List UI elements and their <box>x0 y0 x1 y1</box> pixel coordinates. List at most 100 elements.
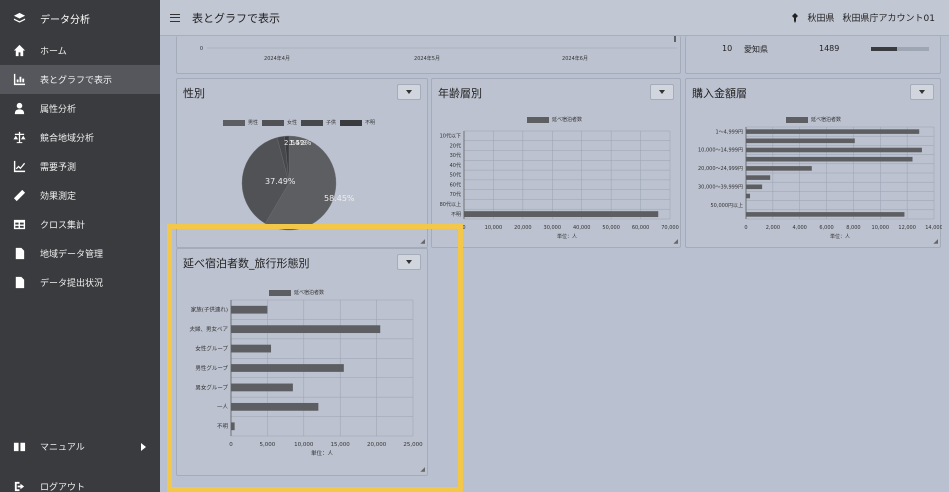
x-tick-label: 0 <box>229 442 233 448</box>
bar <box>231 364 344 372</box>
sidebar-item-label: ホーム <box>40 47 67 57</box>
sidebar-item-demand-forecast[interactable]: 需要予測 <box>0 152 160 181</box>
top-header: 表とグラフで表示 秋田県 秋田県庁アカウント01 <box>160 0 949 36</box>
ruler-icon <box>12 189 26 203</box>
x-tick-label: 2,000 <box>766 225 780 231</box>
layers-icon <box>12 11 26 25</box>
resize-handle[interactable]: ◢ <box>673 238 678 245</box>
account-info[interactable]: 秋田県 秋田県庁アカウント01 <box>790 11 935 24</box>
y-tick-label: 10代以下 <box>440 133 461 140</box>
home-icon <box>12 44 26 58</box>
bar <box>746 193 751 199</box>
bar <box>746 184 763 190</box>
bar <box>746 166 812 171</box>
bar <box>746 147 922 153</box>
x-tick-label: 15,000 <box>331 442 351 448</box>
y-tick-label: 50,000円以上 <box>711 202 744 209</box>
x-tick-label: 25,000 <box>403 442 423 448</box>
sidebar-item-home[interactable]: ホーム <box>0 36 160 65</box>
bar <box>746 156 913 162</box>
sidebar-item-label: クロス集計 <box>40 221 86 231</box>
x-tick-label: 5,000 <box>260 442 276 448</box>
page-title: 表とグラフで表示 <box>192 11 280 25</box>
sidebar-item-data-submission[interactable]: データ提出状況 <box>0 268 160 297</box>
y-tick-label: 30代 <box>450 152 461 159</box>
timeseries-chart: 0 2024年4月 2024年5月 2024年6月 <box>200 36 677 62</box>
y-tick-label: 男女グループ <box>195 383 228 391</box>
purchase-panel: 購入金額層 延べ宿泊者数 0 2,000 4,000 6,000 8,000 10,000… <box>685 78 942 248</box>
travel-type-panel: 延べ宿泊者数_旅行形態別 延べ宿泊者数 0 5,000 10,000 15,000 20… <box>176 248 428 476</box>
book-icon <box>12 440 26 454</box>
x-axis-label: 単位：人 <box>557 233 577 240</box>
rank-value: 1489 <box>819 44 840 53</box>
bar <box>231 344 272 353</box>
bar <box>231 305 268 314</box>
y-tick-label: 20,000〜24,999円 <box>698 166 743 172</box>
travel-bar-chart: 0 5,000 10,000 15,000 20,000 25,000 家族(子供連れ) 夫婦… <box>189 299 423 457</box>
age-bar-chart: 0 10,000 20,000 30,000 40,000 50,000 60,000 70,… <box>440 130 679 240</box>
x-tick-label: 10,000 <box>872 225 890 231</box>
y-tick-label: 1〜4,999円 <box>716 129 744 135</box>
file-icon <box>12 247 26 261</box>
menu-icon[interactable] <box>170 13 180 22</box>
rank-number: 10 <box>722 44 733 53</box>
age-panel: 年齢層別 延べ宿泊者数 0 10,000 20,000 30,000 40,000 50,… <box>431 78 681 248</box>
prefecture-label: 秋田県 <box>807 14 835 24</box>
sidebar-item-label: データ提出状況 <box>40 279 104 289</box>
x-tick-label: 14,000 <box>925 225 942 231</box>
timeseries-panel: 0 2024年4月 2024年5月 2024年6月 <box>176 36 681 74</box>
x-tick-label: 12,000 <box>898 225 916 231</box>
gender-panel: 性別 男性 女性 子供 不明 37.49% 58.45% 2.54% 1.52%… <box>176 78 428 248</box>
sidebar-item-effect-measurement[interactable]: 効果測定 <box>0 181 160 210</box>
resize-handle[interactable]: ◢ <box>420 466 425 473</box>
x-axis-label: 単位：人 <box>830 233 850 240</box>
ranking-panel: 10 愛知県 1489 <box>685 36 941 74</box>
bar <box>746 129 920 134</box>
x-tick-label: 2024年5月 <box>414 55 440 62</box>
trend-icon <box>12 160 26 174</box>
y-tick-label: 0 <box>200 46 203 52</box>
sidebar-item-manual[interactable]: マニュアル <box>0 432 160 461</box>
account-name: 秋田県庁アカウント01 <box>842 14 935 24</box>
y-tick-label: 家族(子供連れ) <box>191 306 228 314</box>
rank-bar-fill <box>871 47 898 51</box>
x-tick-label: 20,000 <box>367 442 387 448</box>
sidebar-item-label: 需要予測 <box>40 163 77 173</box>
sidebar-item-label: 効果測定 <box>40 192 77 202</box>
pie-label-unknown: 1.52% <box>289 139 312 147</box>
logout-button[interactable]: ログアウト <box>0 472 160 492</box>
pie-chart: 37.49% 58.45% 2.54% 1.52% <box>241 135 355 231</box>
sidebar-item-charts[interactable]: 表とグラフで表示 <box>0 65 160 94</box>
sidebar-item-label: 属性分析 <box>40 105 77 115</box>
x-tick-label: 10,000 <box>294 442 314 448</box>
x-tick-label: 20,000 <box>514 225 532 231</box>
sidebar-item-attribute-analysis[interactable]: 属性分析 <box>0 94 160 123</box>
y-tick-label: 不明 <box>217 423 229 430</box>
resize-handle[interactable]: ◢ <box>420 238 425 245</box>
sidebar-item-cross-tab[interactable]: クロス集計 <box>0 210 160 239</box>
x-tick-label: 6,000 <box>819 225 833 231</box>
sidebar-menu: ホーム表とグラフで表示属性分析競合地域分析需要予測効果測定クロス集計地域データ管… <box>0 36 160 297</box>
x-tick-label: 60,000 <box>632 225 650 231</box>
sidebar-item-competitor-analysis[interactable]: 競合地域分析 <box>0 123 160 152</box>
pie-label-male: 58.45% <box>324 194 355 203</box>
x-tick-label: 4,000 <box>793 225 807 231</box>
y-tick-label: 一人 <box>217 404 229 411</box>
sidebar-item-label: ログアウト <box>40 483 86 492</box>
sidebar-item-region-data[interactable]: 地域データ管理 <box>0 239 160 268</box>
resize-handle[interactable]: ◢ <box>933 238 938 245</box>
app-header[interactable]: データ分析 <box>0 0 160 36</box>
x-tick-label: 40,000 <box>573 225 591 231</box>
bar <box>746 212 905 217</box>
sidebar-item-label: 地域データ管理 <box>40 250 104 260</box>
y-tick-label: 40代 <box>450 162 461 169</box>
bar <box>464 211 659 218</box>
x-tick-label: 2024年4月 <box>264 55 290 62</box>
bar <box>231 383 293 392</box>
x-tick-label: 8,000 <box>846 225 860 231</box>
app-title: データ分析 <box>40 14 90 26</box>
table-icon <box>12 218 26 232</box>
bar <box>231 402 319 411</box>
y-tick-label: 50代 <box>450 172 461 179</box>
person-icon <box>12 102 26 116</box>
